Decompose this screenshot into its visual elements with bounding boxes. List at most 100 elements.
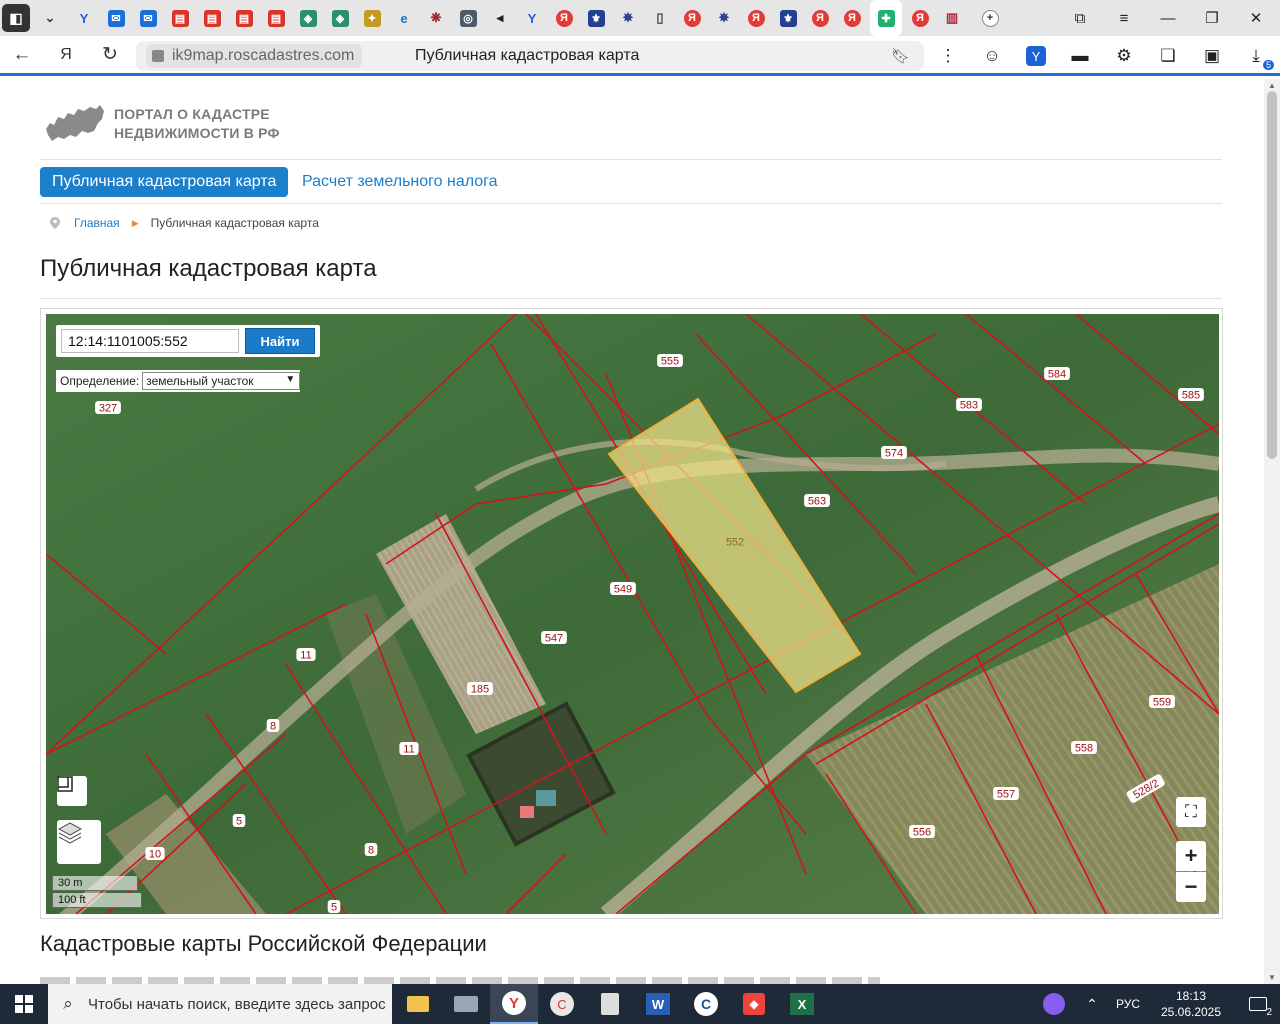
more-icon[interactable]: ⋮	[926, 36, 970, 76]
start-button[interactable]	[0, 984, 48, 1024]
page-scrollbar[interactable]: ▲ ▼	[1264, 79, 1280, 984]
extension-avatar-icon[interactable]: ☺	[970, 36, 1014, 76]
active-tab-icon[interactable]: ✚	[870, 0, 902, 36]
downloads-icon[interactable]: ⤓ 5	[1234, 36, 1278, 76]
alice-icon[interactable]	[1034, 984, 1074, 1024]
ruler-tool-button[interactable]	[57, 776, 87, 806]
parcel-label[interactable]: 11	[296, 648, 316, 662]
new-tab-icon[interactable]: +	[974, 0, 1006, 36]
notifications-icon[interactable]: 2	[1236, 984, 1280, 1024]
yandex-icon[interactable]: Я	[740, 0, 772, 36]
parcel-label[interactable]: 5	[232, 814, 246, 828]
parcel-label[interactable]: 8	[266, 719, 280, 733]
clock[interactable]: 18:13 25.06.2025	[1146, 988, 1236, 1020]
parcel-label[interactable]: 547	[541, 631, 567, 645]
url-field[interactable]: ik9map.roscadastres.com Публичная кадаст…	[136, 41, 924, 71]
menu-icon[interactable]: ≡	[1102, 0, 1146, 36]
yandex-y-icon[interactable]: Y	[68, 0, 100, 36]
parcel-label[interactable]: 574	[881, 446, 907, 460]
yandex-icon[interactable]: Я	[676, 0, 708, 36]
layers-button[interactable]	[57, 820, 101, 864]
parcel-label[interactable]: 563	[804, 494, 830, 508]
scanner-app-icon[interactable]	[442, 984, 490, 1024]
parcel-label[interactable]: 8	[364, 843, 378, 857]
map-canvas[interactable]: 5553275845855835745635525495471851181158…	[46, 314, 1219, 914]
menu-item-land-tax[interactable]: Расчет земельного налога	[302, 167, 498, 197]
edge-icon[interactable]: e	[388, 0, 420, 36]
mail-icon[interactable]: ✉	[100, 0, 132, 36]
audio-wave-icon[interactable]: ▥	[936, 0, 968, 36]
mail-icon[interactable]: ✉	[132, 0, 164, 36]
emblem-icon[interactable]: ◈	[324, 0, 356, 36]
emblem-icon[interactable]: ⚜	[772, 0, 804, 36]
zoom-out-button[interactable]: −	[1176, 872, 1206, 902]
yandex-icon[interactable]: Я	[804, 0, 836, 36]
pdf-icon[interactable]: ▤	[164, 0, 196, 36]
parcel-label[interactable]: 558	[1071, 741, 1097, 755]
pdf-icon[interactable]: ▤	[228, 0, 260, 36]
recorder-app-icon[interactable]: C	[538, 984, 586, 1024]
taskbar-search[interactable]: ⌕ Чтобы начать поиск, введите здесь запр…	[48, 984, 392, 1024]
bookmark-icon[interactable]: 🔖︎	[891, 47, 910, 65]
pdf-icon[interactable]: ▤	[196, 0, 228, 36]
chevron-down-icon[interactable]: ⌄	[32, 0, 68, 36]
parcel-label[interactable]: 557	[993, 787, 1019, 801]
sound-icon[interactable]: ◧	[0, 0, 32, 36]
yandex-ext-icon[interactable]: Y	[1014, 36, 1058, 76]
camera-icon[interactable]: ◎	[452, 0, 484, 36]
parcel-label[interactable]: 327	[95, 401, 121, 415]
scroll-thumb[interactable]	[1267, 91, 1277, 459]
reload-button[interactable]: ↻	[88, 35, 132, 75]
cadastral-map[interactable]: 555 327 584 585 583 574 563 552 549 547 185 11 8 11 5 8…	[46, 314, 1219, 914]
pdf-icon[interactable]: ▤	[260, 0, 292, 36]
word-icon[interactable]: W	[634, 984, 682, 1024]
anydesk-icon[interactable]: ◆	[730, 984, 778, 1024]
audio-icon[interactable]: ◂	[484, 0, 516, 36]
restore-button[interactable]: ❐	[1190, 0, 1234, 36]
find-button[interactable]: Найти	[245, 328, 315, 354]
parcel-label[interactable]: 11	[399, 742, 419, 756]
yandex-y-icon[interactable]: Y	[516, 0, 548, 36]
cadastral-number-input[interactable]	[61, 329, 239, 353]
tray-expand-icon[interactable]: ⌃	[1074, 984, 1110, 1024]
scroll-up-icon[interactable]: ▲	[1268, 81, 1276, 90]
eagle-icon[interactable]: ✵	[708, 0, 740, 36]
scroll-down-icon[interactable]: ▼	[1268, 973, 1276, 982]
parcel-label[interactable]: 559	[1149, 695, 1175, 709]
parcel-label[interactable]: 583	[956, 398, 982, 412]
tab-manager-icon[interactable]: ⧉	[1058, 0, 1102, 36]
parcel-label[interactable]: 585	[1178, 388, 1204, 402]
breadcrumb-home-link[interactable]: Главная	[74, 216, 120, 230]
parcel-label[interactable]: 555	[657, 354, 683, 368]
close-window-button[interactable]: ✕	[1234, 0, 1278, 36]
emblem-icon[interactable]: ⚜	[580, 0, 612, 36]
ornament-icon[interactable]: ❋	[420, 0, 452, 36]
eagle-icon[interactable]: ✵	[612, 0, 644, 36]
parcel-label[interactable]: 5	[327, 900, 341, 914]
excel-icon[interactable]: X	[778, 984, 826, 1024]
back-button[interactable]: ←	[0, 35, 44, 75]
menu-item-cadastral-map[interactable]: Публичная кадастровая карта	[40, 167, 289, 197]
yandex-home-icon[interactable]: Я	[44, 35, 88, 75]
parcel-label[interactable]: 556	[909, 825, 935, 839]
zoom-in-button[interactable]: +	[1176, 841, 1206, 871]
yandex-icon[interactable]: Я	[548, 0, 580, 36]
url-host-chip[interactable]: ik9map.roscadastres.com	[146, 44, 363, 68]
parcel-label[interactable]: 10	[145, 847, 165, 861]
minimize-button[interactable]: —	[1146, 0, 1190, 36]
ccleaner-icon[interactable]: C	[682, 984, 730, 1024]
collections-icon[interactable]: ❏	[1146, 36, 1190, 76]
yandex-icon[interactable]: Я	[904, 0, 936, 36]
document-icon[interactable]: ▯	[644, 0, 676, 36]
emblem-icon[interactable]: ◈	[292, 0, 324, 36]
parcel-label[interactable]: 584	[1044, 367, 1070, 381]
parcel-label[interactable]: 549	[610, 582, 636, 596]
emblem-icon[interactable]: ✦	[356, 0, 388, 36]
fullscreen-button[interactable]: ⛶	[1176, 797, 1206, 827]
puzzle-icon[interactable]: ⚙	[1102, 36, 1146, 76]
parcel-label[interactable]: 552	[722, 535, 748, 549]
yandex-icon[interactable]: Я	[836, 0, 868, 36]
parcel-label[interactable]: 185	[467, 682, 493, 696]
definition-select[interactable]: земельный участок ▼	[142, 372, 301, 390]
yandex-browser-icon[interactable]: Y	[490, 984, 538, 1024]
